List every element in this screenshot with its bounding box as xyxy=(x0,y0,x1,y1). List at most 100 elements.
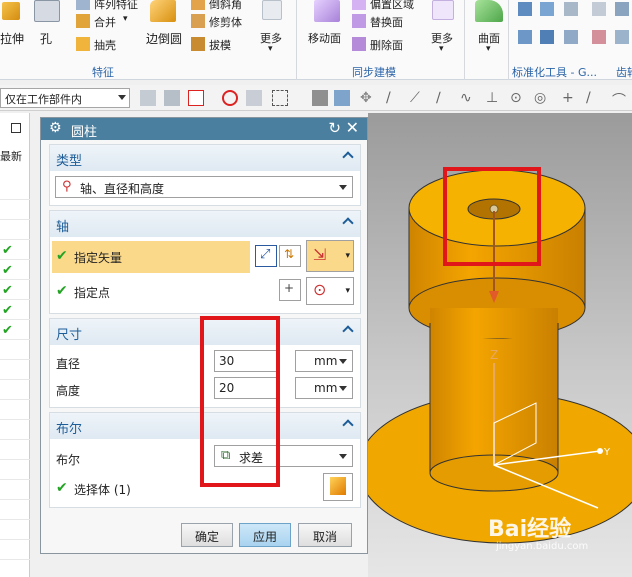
list-item[interactable] xyxy=(0,421,30,440)
list-item[interactable] xyxy=(0,461,30,480)
gear-icon[interactable]: ⚙ xyxy=(49,120,62,136)
selection-mode-icon[interactable] xyxy=(188,90,204,106)
chamfer-button[interactable]: 倒斜角 xyxy=(209,0,242,12)
type-section-header[interactable]: 类型 xyxy=(50,145,360,171)
snap-center-icon[interactable]: ⊙ xyxy=(510,90,526,106)
trim-body-button[interactable]: 修剪体 xyxy=(209,14,242,30)
point-snap-icon[interactable] xyxy=(222,90,238,106)
type-select[interactable]: ⚲ 轴、直径和高度 xyxy=(55,176,353,198)
snap-perpendicular-icon[interactable]: ⊥ xyxy=(486,90,502,106)
shaded-view-icon[interactable] xyxy=(312,90,328,106)
shell-icon[interactable] xyxy=(76,37,90,51)
snap-endpoint-icon[interactable]: ✥ xyxy=(360,90,376,106)
more-icon[interactable] xyxy=(262,0,282,20)
std-tool-icon-7[interactable] xyxy=(564,30,578,44)
chevron-up-icon[interactable] xyxy=(342,419,354,431)
close-icon[interactable] xyxy=(11,123,21,133)
move-face-button[interactable]: 移动面 xyxy=(308,30,341,46)
snap-quadrant-icon[interactable]: ◎ xyxy=(534,90,550,106)
snap-intersection-icon[interactable]: + xyxy=(562,90,578,106)
snap-curve-icon[interactable]: ∿ xyxy=(460,90,476,106)
cube-view-icon[interactable] xyxy=(334,90,350,106)
snap-filter-icon[interactable] xyxy=(140,90,156,106)
shell-button[interactable]: 抽壳 xyxy=(94,37,116,53)
list-item[interactable]: ✔ xyxy=(0,241,30,260)
height-unit-select[interactable]: mm xyxy=(295,377,353,399)
list-item[interactable] xyxy=(0,401,30,420)
reset-icon[interactable]: ↻ xyxy=(328,119,341,137)
hole-icon[interactable] xyxy=(34,0,60,22)
list-item[interactable] xyxy=(0,541,30,560)
list-item[interactable] xyxy=(0,361,30,380)
diameter-unit-select[interactable]: mm xyxy=(295,350,353,372)
selection-scope-select[interactable]: 仅在工作部件内 xyxy=(0,88,130,108)
edge-blend-icon[interactable] xyxy=(150,0,176,22)
std-tool-icon-8[interactable] xyxy=(592,30,606,44)
reverse-direction-button[interactable]: ⇅ xyxy=(279,245,301,267)
std-tool-icon-3[interactable] xyxy=(564,2,578,16)
list-item[interactable] xyxy=(0,481,30,500)
hole-button[interactable]: 孔 xyxy=(40,30,52,47)
list-item[interactable] xyxy=(0,381,30,400)
dialog-title-bar[interactable]: ⚙ 圆柱 ↻ ✕ xyxy=(41,118,367,140)
move-face-icon[interactable] xyxy=(314,0,340,22)
replace-face-icon[interactable] xyxy=(352,14,366,28)
draft-icon[interactable] xyxy=(191,37,205,51)
list-item[interactable] xyxy=(0,181,30,200)
std-tool-icon-6[interactable] xyxy=(540,30,554,44)
wcs-y-handle[interactable] xyxy=(597,448,603,454)
array-feature-button[interactable]: 阵列特征 xyxy=(94,0,138,12)
snap-midpoint-icon[interactable]: ∕ xyxy=(436,90,452,106)
point-dialog-button[interactable]: + xyxy=(279,279,301,301)
replace-face-button[interactable]: 替换面 xyxy=(370,14,403,30)
trim-body-icon[interactable] xyxy=(191,14,205,28)
std-tool-icon-2[interactable] xyxy=(540,2,554,16)
unite-dropdown-icon[interactable]: ▾ xyxy=(123,14,128,24)
edge-blend-button[interactable]: 边倒圆 xyxy=(146,30,182,47)
close-icon[interactable]: ✕ xyxy=(346,118,359,137)
offset-region-icon[interactable] xyxy=(352,0,366,10)
list-item[interactable] xyxy=(0,441,30,460)
list-item[interactable]: ✔ xyxy=(0,301,30,320)
chamfer-icon[interactable] xyxy=(191,0,205,10)
list-item[interactable] xyxy=(0,501,30,520)
surface-dropdown-icon[interactable]: ▾ xyxy=(486,44,491,54)
rectangle-select-icon[interactable] xyxy=(272,90,288,106)
more-dropdown-icon-2[interactable]: ▾ xyxy=(439,44,444,54)
inferred-vector-select[interactable]: ⇲ ▾ xyxy=(306,240,354,272)
select-filter-icon[interactable] xyxy=(164,90,180,106)
list-item[interactable] xyxy=(0,221,30,240)
ok-button[interactable]: 确定 xyxy=(181,523,233,547)
extrude-icon[interactable] xyxy=(2,2,20,20)
snap-tangent-icon[interactable]: ⟋ xyxy=(410,90,426,106)
cancel-button[interactable]: 取消 xyxy=(298,523,352,547)
std-tool-icon-5[interactable] xyxy=(518,30,532,44)
sync-more-icon[interactable] xyxy=(432,0,454,20)
array-feature-icon[interactable] xyxy=(76,0,90,10)
list-item[interactable]: ✔ xyxy=(0,261,30,280)
draft-button[interactable]: 拔模 xyxy=(209,37,231,53)
snap-arc-icon[interactable]: ⌒ xyxy=(612,90,628,109)
std-tool-icon-1[interactable] xyxy=(518,2,532,16)
std-tool-icon-4[interactable] xyxy=(592,2,606,16)
extrude-button[interactable]: 拉伸 xyxy=(0,30,24,47)
snap-line-icon[interactable]: / xyxy=(386,90,402,106)
surface-icon[interactable] xyxy=(475,0,503,22)
snap-existing-point-icon[interactable]: / xyxy=(586,90,602,106)
list-item[interactable] xyxy=(0,201,30,220)
list-item[interactable] xyxy=(0,521,30,540)
select-body-button[interactable] xyxy=(323,473,353,501)
std-tool-icon-10[interactable] xyxy=(615,30,629,44)
vector-dialog-button[interactable]: ⤢ xyxy=(255,245,277,267)
chevron-up-icon[interactable] xyxy=(342,217,354,229)
list-item[interactable]: ✔ xyxy=(0,321,30,340)
delete-face-icon[interactable] xyxy=(352,37,366,51)
list-item[interactable] xyxy=(0,341,30,360)
more-dropdown-icon-1[interactable]: ▾ xyxy=(268,44,273,54)
std-tool-icon-9[interactable] xyxy=(615,2,629,16)
select-all-icon[interactable] xyxy=(246,90,262,106)
list-item[interactable]: ✔ xyxy=(0,281,30,300)
unite-button[interactable]: 合并 xyxy=(94,14,116,30)
apply-button[interactable]: 应用 xyxy=(239,523,291,547)
axis-section-header[interactable]: 轴 xyxy=(50,211,360,237)
